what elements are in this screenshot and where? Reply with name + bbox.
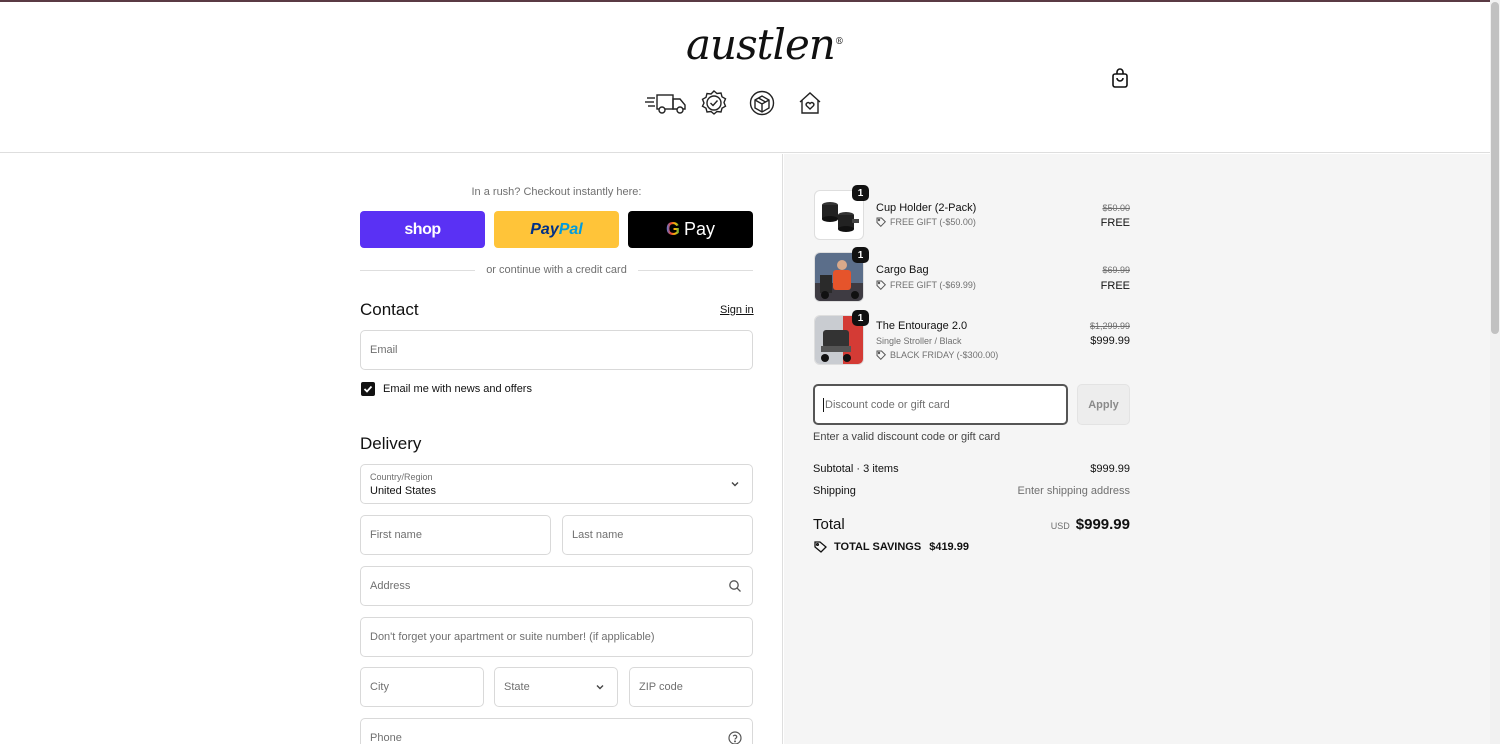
order-item: 1 Cup Holder (2-Pack) FREE GIFT (-$50.00… [814,185,1130,242]
order-item: 1 Cargo Bag FREE GIFT (-$69.99) $69.99 F… [814,247,1130,304]
site-header: austlen® [0,2,1490,153]
total-savings: TOTAL SAVINGS $419.99 [814,541,969,553]
paypal-button[interactable]: Pay Pal [494,211,619,248]
page-scrollbar[interactable] [1490,0,1500,744]
discount-code-input[interactable]: Discount code or gift card [813,384,1068,425]
apply-discount-button[interactable]: Apply [1077,384,1130,425]
item-original-price: $1,299.99 [1089,321,1130,331]
fast-delivery-truck-icon [644,88,688,118]
total-row: Total USD $999.99 [813,516,1130,534]
tag-icon [876,217,886,227]
newsletter-label: Email me with news and offers [383,383,532,395]
item-variant: Single Stroller / Black [876,336,962,346]
item-name: Cargo Bag [876,264,929,276]
country-label: Country/Region [370,472,433,482]
brand-logo[interactable]: austlen® [686,20,844,69]
search-icon [729,580,741,592]
total-amount: $999.99 [1075,516,1130,533]
tag-icon [876,280,886,290]
apartment-field[interactable]: Don't forget your apartment or suite num… [360,617,753,657]
home-heart-icon [788,88,832,118]
country-value: United States [370,485,437,497]
tag-icon [814,541,827,553]
shipping-row: Shipping Enter shipping address [813,485,1130,497]
sign-in-link[interactable]: Sign in [720,304,754,316]
state-select[interactable]: State [494,667,618,707]
scrollbar-thumb[interactable] [1491,2,1499,334]
quantity-badge: 1 [852,247,869,263]
item-price: FREE [1100,280,1130,292]
express-checkout-prompt: In a rush? Checkout instantly here: [471,186,642,198]
item-discount: BLACK FRIDAY (-$300.00) [876,350,998,360]
chevron-down-icon [731,482,739,487]
phone-field[interactable]: Phone [360,718,753,744]
quantity-badge: 1 [852,310,869,326]
payment-divider: or continue with a credit card [360,263,754,277]
item-price: $999.99 [1090,335,1130,347]
header-trust-icons [644,88,836,118]
item-price: FREE [1100,217,1130,229]
discount-error-message: Enter a valid discount code or gift card [813,431,1001,443]
shop-pay-button[interactable]: shop [360,211,485,248]
item-discount: FREE GIFT (-$50.00) [876,217,976,227]
item-original-price: $50.00 [1102,203,1130,213]
help-icon[interactable] [728,731,742,744]
item-name: The Entourage 2.0 [876,320,968,332]
currency-code: USD [1050,521,1070,531]
order-summary-panel [784,154,1490,744]
contact-heading: Contact [360,300,419,319]
item-name: Cup Holder (2-Pack) [876,202,977,214]
google-pay-button[interactable]: G Pay [628,211,753,248]
verified-badge-icon [692,88,736,118]
total-label: Total [813,516,845,533]
shopping-bag-icon[interactable] [1108,66,1132,90]
last-name-field[interactable]: Last name [562,515,753,555]
city-field[interactable]: City [360,667,484,707]
quantity-badge: 1 [852,185,869,201]
address-field[interactable]: Address [360,566,753,606]
tag-icon [876,350,886,360]
country-select[interactable]: Country/Region United States [360,464,753,504]
zip-field[interactable]: ZIP code [629,667,753,707]
item-original-price: $69.99 [1102,265,1130,275]
email-field[interactable]: Email [360,330,753,370]
delivery-heading: Delivery [360,434,422,453]
first-name-field[interactable]: First name [360,515,551,555]
chevron-down-icon [596,685,604,690]
returns-box-icon [740,88,784,118]
subtotal-row: Subtotal · 3 items $999.99 [813,463,1130,475]
order-item: 1 The Entourage 2.0 Single Stroller / Bl… [814,310,1130,367]
item-discount: FREE GIFT (-$69.99) [876,280,976,290]
newsletter-checkbox[interactable] [361,382,375,396]
